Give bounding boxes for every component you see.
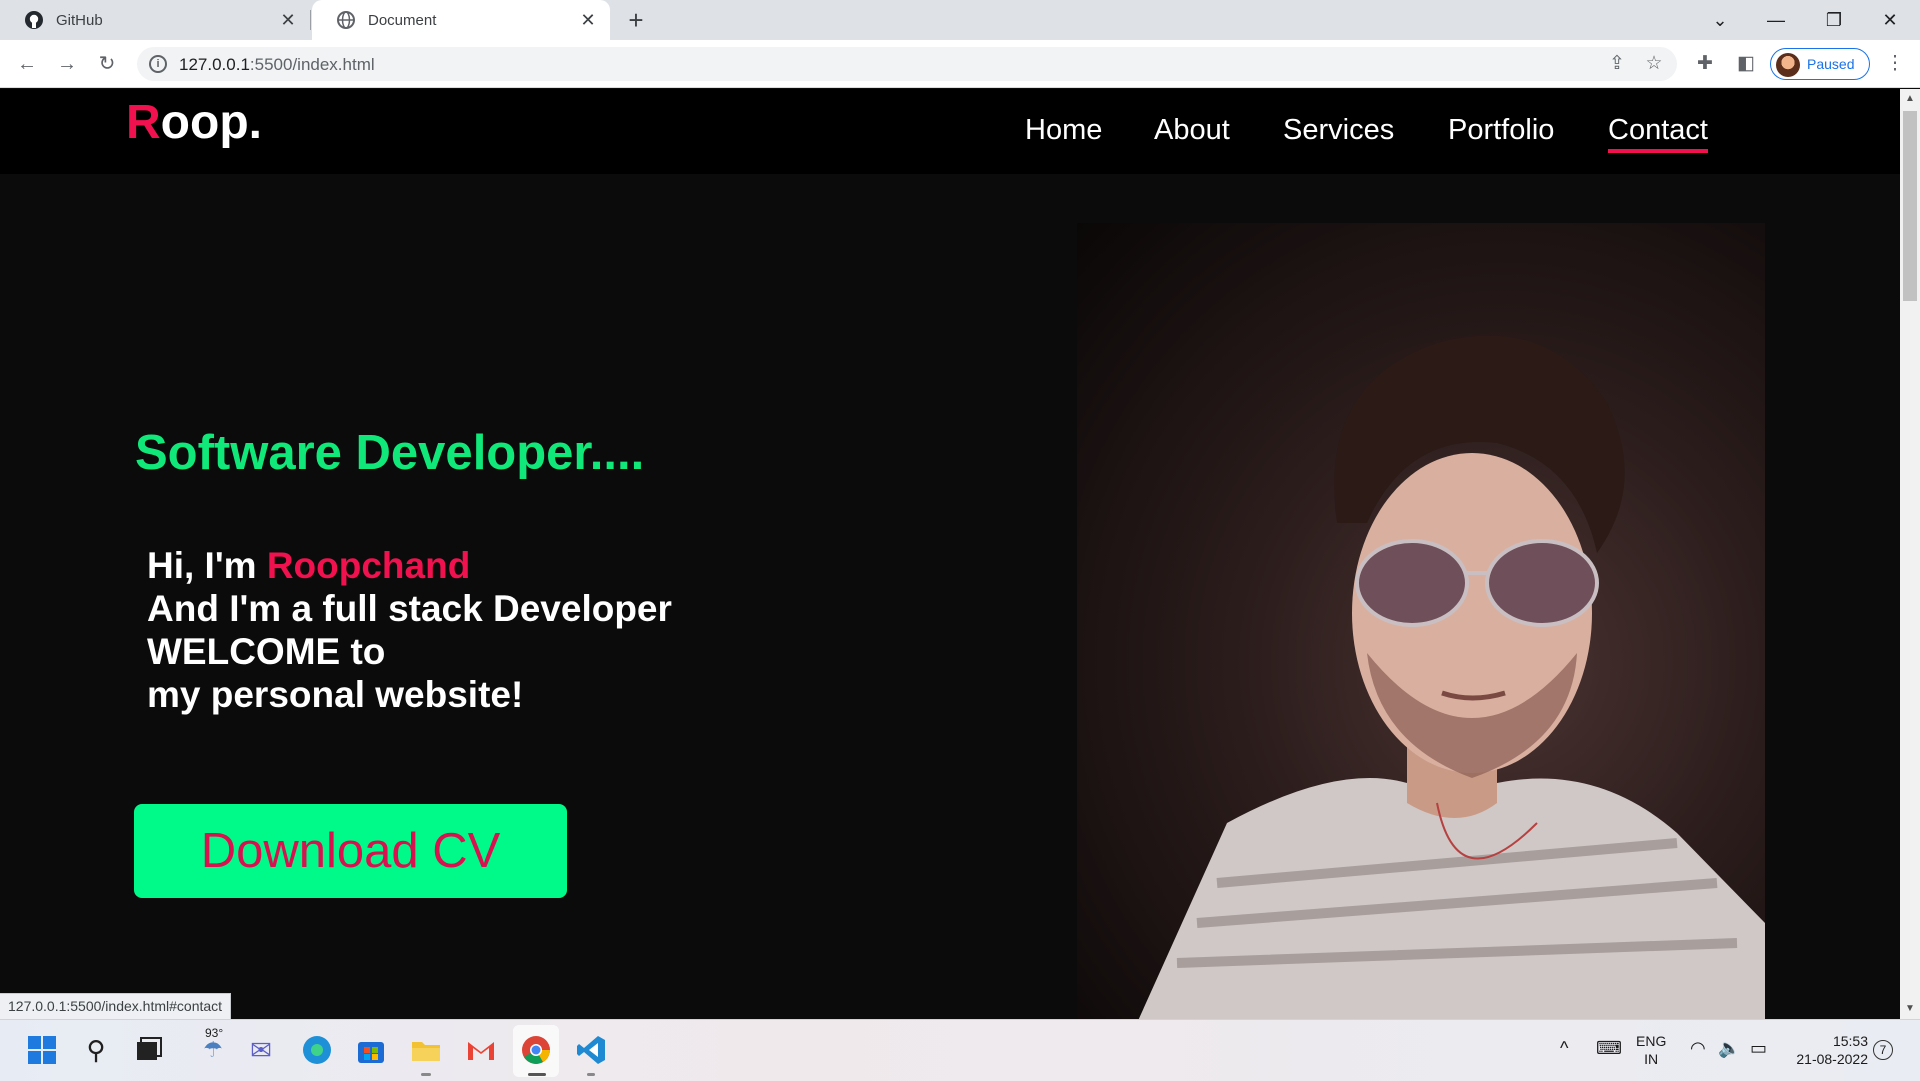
keyboard-icon[interactable]: ⌨ [1596, 1038, 1622, 1059]
nav-home[interactable]: Home [1025, 114, 1102, 147]
hero-name: Roopchand [266, 545, 471, 586]
clock-time: 15:53 [1832, 1033, 1868, 1049]
scroll-thumb[interactable] [1903, 111, 1917, 301]
hero-title: Software Developer.... [135, 426, 645, 480]
nav-portfolio[interactable]: Portfolio [1448, 114, 1554, 147]
wifi-icon[interactable]: ◠ [1690, 1038, 1706, 1059]
edge-icon[interactable] [300, 1033, 334, 1067]
hero-line-1: Hi, I'm Roopchand [147, 544, 672, 587]
avatar [1776, 53, 1800, 77]
store-icon[interactable] [354, 1033, 388, 1067]
github-icon [25, 11, 43, 29]
windows-taskbar: ⚲ ☂ 93° ✉ ^ ⌨ ENG IN ◠ 🔈 ▭ 15:53 21-08-2… [0, 1019, 1920, 1081]
url-text[interactable]: 127.0.0.1:5500/index.html [179, 55, 375, 75]
new-tab-button[interactable]: + [622, 7, 650, 33]
show-hidden-icons-icon[interactable]: ^ [1560, 1038, 1568, 1059]
page-viewport: Roop. Home About Services Portfolio Cont… [0, 89, 1900, 1019]
minimize-icon[interactable]: — [1762, 6, 1790, 34]
scroll-up-icon[interactable]: ▲ [1904, 93, 1916, 104]
tab-search-icon[interactable]: ⌄ [1706, 6, 1734, 34]
scroll-down-icon[interactable]: ▼ [1904, 1003, 1916, 1014]
weather-temp: 93° [205, 1026, 224, 1040]
back-icon[interactable]: ← [13, 50, 41, 78]
profile-button[interactable]: Paused [1770, 48, 1870, 80]
reload-icon[interactable]: ↻ [93, 50, 121, 78]
clock-date: 21-08-2022 [1796, 1051, 1868, 1067]
running-indicator [587, 1073, 595, 1076]
hero-line-4: my personal website! [147, 674, 524, 715]
tab-document[interactable]: Document ✕ [312, 0, 610, 40]
nav-services[interactable]: Services [1283, 114, 1394, 147]
address-bar[interactable]: i 127.0.0.1:5500/index.html ⇪ ☆ [137, 47, 1677, 81]
hero-line-3: WELCOME to [147, 631, 386, 672]
logo-text: oop. [160, 96, 262, 149]
clock[interactable]: 15:53 21-08-2022 [1788, 1032, 1868, 1068]
forward-icon[interactable]: → [53, 50, 81, 78]
nav-about[interactable]: About [1154, 114, 1230, 147]
teams-chat-icon[interactable]: ✉ [244, 1033, 278, 1067]
notification-badge[interactable]: 7 [1873, 1040, 1893, 1060]
search-icon[interactable]: ⚲ [79, 1033, 113, 1067]
gmail-icon[interactable] [464, 1033, 498, 1067]
page-scrollbar[interactable]: ▲ ▼ [1900, 89, 1920, 1019]
download-cv-button[interactable]: Download CV [134, 804, 567, 898]
start-windows-icon[interactable] [25, 1033, 59, 1067]
restore-icon[interactable]: ❐ [1820, 6, 1848, 34]
site-logo[interactable]: Roop. [126, 95, 262, 150]
site-navbar: Roop. Home About Services Portfolio Cont… [0, 89, 1900, 174]
site-info-icon[interactable]: i [149, 55, 167, 73]
url-host: 127.0.0.1 [179, 55, 250, 74]
globe-icon [337, 11, 355, 29]
task-view-icon[interactable] [132, 1033, 166, 1067]
tab-title: GitHub [56, 11, 103, 29]
tab-title: Document [368, 11, 437, 29]
volume-icon[interactable]: 🔈 [1718, 1038, 1740, 1059]
vscode-icon[interactable] [574, 1033, 608, 1067]
portrait-illustration [1138, 335, 1765, 1019]
lang-code: ENG [1636, 1033, 1667, 1049]
bookmark-star-icon[interactable]: ☆ [1641, 51, 1667, 77]
file-explorer-icon[interactable] [409, 1033, 443, 1067]
region-code: IN [1644, 1051, 1659, 1067]
browser-toolbar: ← → ↻ i 127.0.0.1:5500/index.html ⇪ ☆ ✚ … [0, 40, 1920, 88]
close-tab-icon[interactable]: ✕ [278, 10, 298, 30]
side-panel-icon[interactable]: ◧ [1733, 51, 1759, 77]
active-indicator [528, 1073, 546, 1076]
greeting-text: Hi, I'm [147, 545, 267, 586]
close-window-icon[interactable]: ✕ [1876, 6, 1904, 34]
battery-icon[interactable]: ▭ [1750, 1038, 1767, 1059]
hero-line-2: And I'm a full stack Developer [147, 588, 672, 629]
hero-intro: Hi, I'm Roopchand And I'm a full stack D… [147, 544, 672, 716]
language-indicator[interactable]: ENG IN [1636, 1032, 1666, 1068]
chrome-icon[interactable] [519, 1033, 553, 1067]
logo-accent: R [126, 96, 161, 149]
share-icon[interactable]: ⇪ [1604, 51, 1630, 77]
url-path: :5500/index.html [249, 55, 375, 74]
tab-strip: GitHub ✕ Document ✕ + ⌄ — ❐ ✕ [0, 0, 1920, 40]
tab-github[interactable]: GitHub ✕ [0, 0, 310, 40]
tab-divider [310, 10, 311, 30]
nav-contact[interactable]: Contact [1608, 114, 1708, 153]
running-indicator [421, 1073, 431, 1076]
profile-photo [1077, 223, 1765, 1019]
link-status-bubble: 127.0.0.1:5500/index.html#contact [0, 993, 232, 1019]
close-tab-icon[interactable]: ✕ [578, 10, 598, 30]
menu-kebab-icon[interactable]: ⋮ [1882, 51, 1908, 77]
extensions-icon[interactable]: ✚ [1692, 51, 1718, 77]
profile-status: Paused [1807, 56, 1855, 72]
